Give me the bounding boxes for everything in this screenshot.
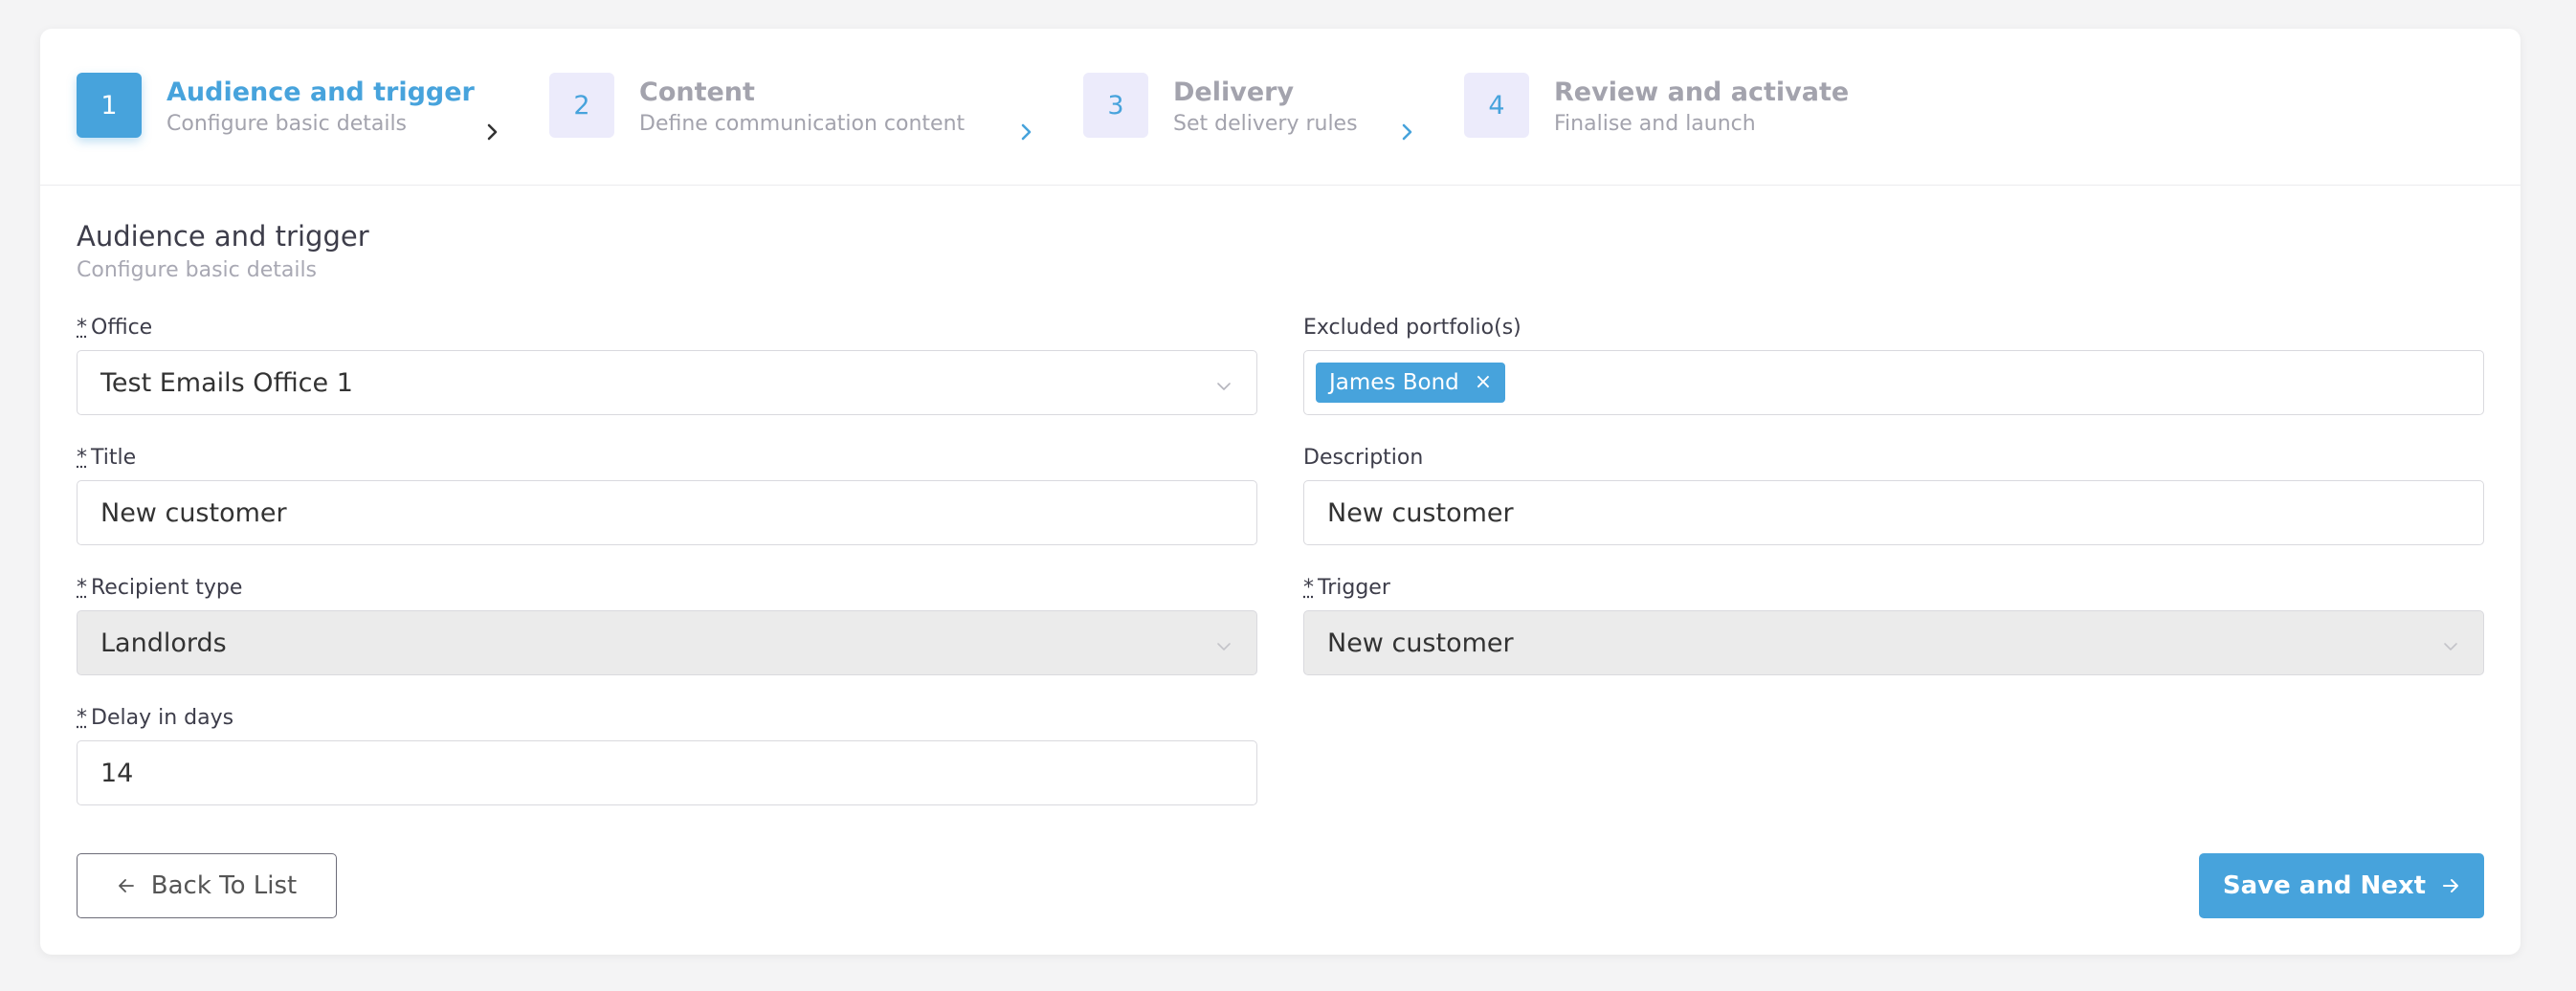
step-number: 4 (1464, 73, 1529, 138)
arrow-right-icon (2441, 876, 2460, 895)
title-label-text: Title (91, 446, 137, 470)
required-marker: * (77, 706, 87, 730)
chevron-down-icon (1216, 379, 1232, 394)
description-value: New customer (1327, 497, 1514, 528)
step-subtitle: Set delivery rules (1173, 111, 1358, 136)
chevron-right-icon (1397, 122, 1416, 142)
section-title: Audience and trigger (77, 220, 369, 253)
portfolio-tag: James Bond × (1316, 363, 1506, 403)
delay-input[interactable]: 14 (77, 740, 1257, 805)
step-title: Audience and trigger (167, 77, 475, 107)
step-subtitle: Configure basic details (167, 111, 408, 136)
chevron-down-icon (1216, 639, 1232, 654)
required-marker: * (77, 576, 87, 600)
office-label: * Office (77, 314, 1257, 342)
step-text: Audience and trigger Configure basic det… (167, 77, 475, 138)
title-field: * Title New customer (77, 444, 1257, 545)
wizard-card: 1 Audience and trigger Configure basic d… (40, 29, 2520, 955)
description-input[interactable]: New customer (1303, 480, 2484, 545)
excluded-portfolios-label: Excluded portfolio(s) (1303, 316, 1521, 340)
step-delivery[interactable]: 3 Delivery Set delivery rules (1083, 73, 1358, 138)
chevron-right-icon (482, 122, 501, 142)
office-field: * Office Test Emails Office 1 (77, 314, 1257, 415)
stepper: 1 Audience and trigger Configure basic d… (40, 29, 2520, 186)
excluded-portfolios-field: Excluded portfolio(s) James Bond × (1303, 314, 2484, 415)
recipient-type-label-text: Recipient type (91, 576, 243, 600)
recipient-type-label: * Recipient type (77, 574, 1257, 603)
back-to-list-button[interactable]: Back To List (77, 853, 337, 918)
portfolio-tag-label: James Bond (1329, 370, 1459, 395)
close-icon[interactable]: × (1475, 363, 1492, 403)
office-label-text: Office (91, 316, 153, 340)
office-select[interactable]: Test Emails Office 1 (77, 350, 1257, 415)
delay-label-text: Delay in days (91, 706, 234, 730)
title-input[interactable]: New customer (77, 480, 1257, 545)
step-review-and-activate[interactable]: 4 Review and activate Finalise and launc… (1464, 73, 1849, 138)
recipient-type-select[interactable]: Landlords (77, 610, 1257, 675)
recipient-type-value: Landlords (100, 628, 227, 658)
trigger-field: * Trigger New customer (1303, 574, 2484, 675)
trigger-label-text: Trigger (1318, 576, 1390, 600)
step-number: 2 (549, 73, 614, 138)
chevron-down-icon (2443, 639, 2458, 654)
title-label: * Title (77, 444, 1257, 473)
step-number: 1 (77, 73, 142, 138)
step-number: 3 (1083, 73, 1148, 138)
section-subtitle: Configure basic details (77, 258, 318, 282)
trigger-label: * Trigger (1303, 574, 2484, 603)
arrow-left-icon (117, 876, 136, 895)
description-label: Description (1303, 446, 1424, 470)
delay-value: 14 (100, 758, 134, 788)
required-marker: * (77, 316, 87, 340)
recipient-type-field: * Recipient type Landlords (77, 574, 1257, 675)
trigger-select[interactable]: New customer (1303, 610, 2484, 675)
trigger-value: New customer (1327, 628, 1514, 658)
step-content[interactable]: 2 Content Define communication content (549, 73, 965, 138)
required-marker: * (77, 446, 87, 470)
step-subtitle: Define communication content (639, 111, 966, 136)
chevron-right-icon (1016, 122, 1035, 142)
delay-label: * Delay in days (77, 704, 1257, 733)
step-text: Review and activate Finalise and launch (1554, 77, 1849, 138)
delay-field: * Delay in days 14 (77, 704, 1257, 805)
step-text: Delivery Set delivery rules (1173, 77, 1358, 138)
step-title: Content (639, 77, 755, 107)
required-marker: * (1303, 576, 1314, 600)
step-subtitle: Finalise and launch (1554, 111, 1756, 136)
save-and-next-label: Save and Next (2222, 871, 2427, 900)
back-to-list-label: Back To List (150, 871, 298, 900)
step-text: Content Define communication content (639, 77, 965, 138)
step-audience-and-trigger[interactable]: 1 Audience and trigger Configure basic d… (77, 73, 475, 138)
office-value: Test Emails Office 1 (100, 367, 353, 398)
step-title: Delivery (1173, 77, 1295, 107)
step-title: Review and activate (1554, 77, 1850, 107)
title-value: New customer (100, 497, 287, 528)
description-field: Description New customer (1303, 444, 2484, 545)
save-and-next-button[interactable]: Save and Next (2199, 853, 2484, 918)
excluded-portfolios-select[interactable]: James Bond × (1303, 350, 2484, 415)
